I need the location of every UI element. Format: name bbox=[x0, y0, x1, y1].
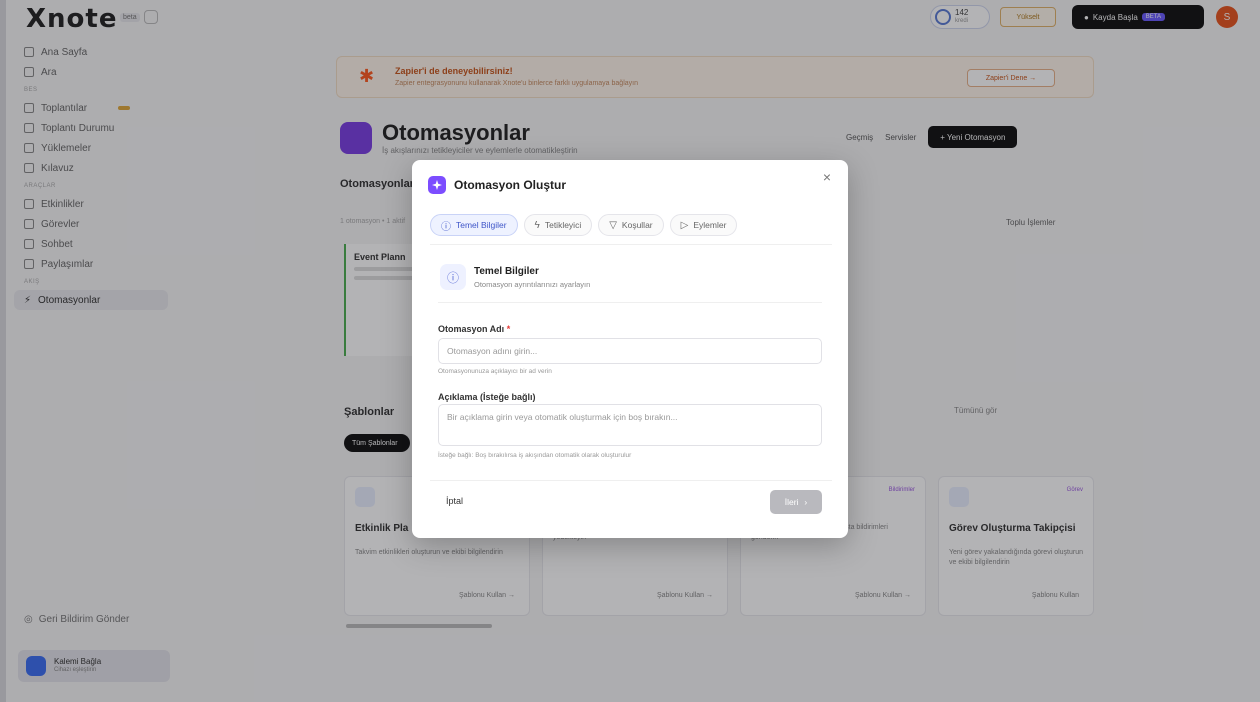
step-header: ⓘ Temel Bilgiler Otomasyon ayrıntılarını… bbox=[440, 260, 822, 302]
tab-label: Tetikleyici bbox=[544, 220, 582, 230]
divider bbox=[438, 302, 822, 303]
tab-actions[interactable]: ▷ Eylemler bbox=[669, 214, 738, 236]
play-icon: ▷ bbox=[680, 219, 689, 231]
next-button[interactable]: İleri › bbox=[770, 490, 822, 514]
filter-icon: ▽ bbox=[609, 219, 617, 231]
step-title: Temel Bilgiler bbox=[474, 266, 539, 277]
name-help-text: Otomasyonunuza açıklayıcı bir ad verin bbox=[438, 368, 552, 375]
chevron-right-icon: › bbox=[804, 497, 808, 507]
zap-icon: ϟ bbox=[534, 219, 540, 231]
tab-label: Koşullar bbox=[621, 220, 653, 230]
tab-basic-info[interactable]: ⓘ Temel Bilgiler bbox=[430, 214, 518, 236]
info-icon: ⓘ bbox=[441, 221, 451, 233]
info-icon: ⓘ bbox=[440, 264, 466, 290]
step-subtitle: Otomasyon ayrıntılarınızı ayarlayın bbox=[474, 280, 591, 289]
step-tabs: ⓘ Temel Bilgiler ϟ Tetikleyici ▽ Koşulla… bbox=[430, 214, 738, 236]
name-label: Otomasyon Adı * bbox=[438, 324, 510, 334]
dialog-header: Otomasyon Oluştur bbox=[428, 176, 566, 194]
cancel-button[interactable]: İptal bbox=[446, 496, 463, 506]
tab-label: Temel Bilgiler bbox=[456, 220, 507, 230]
tab-label: Eylemler bbox=[693, 220, 727, 230]
description-textarea[interactable] bbox=[438, 404, 822, 446]
next-label: İleri bbox=[784, 497, 799, 507]
divider bbox=[430, 244, 832, 245]
tab-trigger[interactable]: ϟ Tetikleyici bbox=[523, 214, 593, 236]
description-help-text: İsteğe bağlı: Boş bırakılırsa iş akışınd… bbox=[438, 452, 632, 459]
description-label: Açıklama (İsteğe bağlı) bbox=[438, 392, 536, 402]
divider bbox=[430, 480, 832, 481]
automation-name-input[interactable] bbox=[438, 338, 822, 364]
required-marker: * bbox=[506, 324, 511, 334]
dialog-title: Otomasyon Oluştur bbox=[454, 178, 567, 192]
tab-conditions[interactable]: ▽ Koşullar bbox=[598, 214, 664, 236]
close-icon[interactable]: × bbox=[818, 168, 836, 186]
automation-icon bbox=[428, 176, 446, 194]
name-label-text: Otomasyon Adı bbox=[438, 324, 505, 334]
create-automation-dialog: Otomasyon Oluştur × ⓘ Temel Bilgiler ϟ T… bbox=[412, 160, 848, 538]
